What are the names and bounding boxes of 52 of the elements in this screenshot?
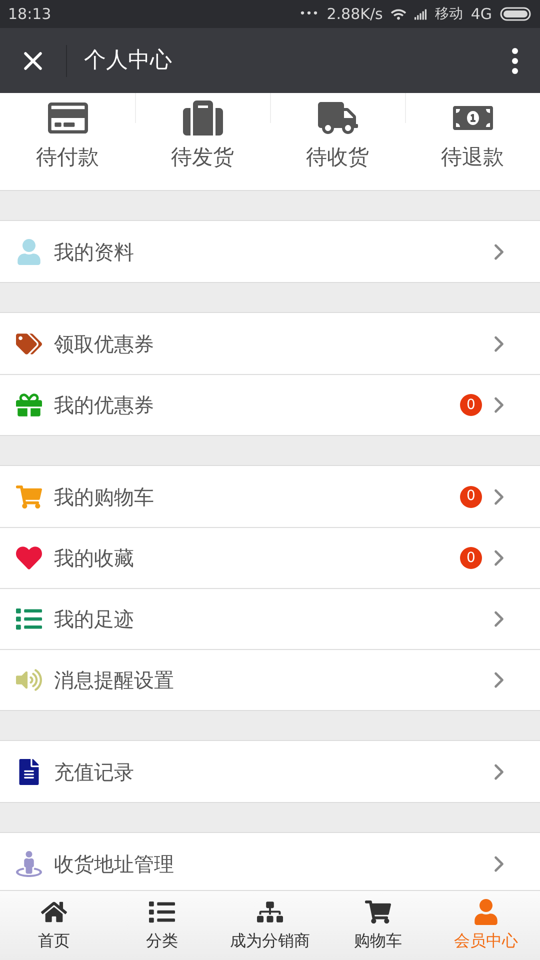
count-badge: 0 <box>460 547 482 569</box>
heart-icon <box>16 545 42 571</box>
more-icon <box>512 48 518 74</box>
suitcase-icon <box>182 98 222 138</box>
order-status-button[interactable]: 待退款 <box>405 93 540 173</box>
menu-item-label: 充值记录 <box>54 758 135 786</box>
person-icon <box>473 898 499 924</box>
tab-bar-item[interactable]: 分类 <box>108 891 216 960</box>
tab-bar-item[interactable]: 首页 <box>0 891 108 960</box>
order-status-button[interactable]: 待收货 <box>270 93 405 173</box>
network-speed: 2.88K/s <box>326 4 383 25</box>
menu-item-label: 我的收藏 <box>54 545 135 572</box>
menu-item[interactable]: 我的足迹 <box>0 588 540 649</box>
gift-icon <box>16 392 42 418</box>
carrier-name: 移动 <box>434 4 463 24</box>
count-badge: 0 <box>460 394 482 416</box>
menu-item[interactable]: 我的收藏 0 <box>0 527 540 588</box>
menu-item[interactable]: 领取优惠券 <box>0 313 540 374</box>
menu-item[interactable]: 充值记录 <box>0 741 540 802</box>
menu-item-label: 我的优惠券 <box>54 392 155 419</box>
hierarchy-icon <box>257 898 283 924</box>
menu-item[interactable]: 收货地址管理 <box>0 833 540 890</box>
list-icon <box>16 606 42 632</box>
tab-bar-item[interactable]: 购物车 <box>324 891 432 960</box>
menu-item[interactable]: 我的购物车 0 <box>0 466 540 527</box>
menu-item[interactable]: 我的资料 <box>0 221 540 282</box>
list-icon <box>149 898 175 924</box>
network-type: 4G <box>470 4 492 25</box>
menu-item[interactable]: 消息提醒设置 <box>0 649 540 710</box>
person-pin-icon <box>16 850 42 876</box>
menu-item-label: 我的资料 <box>54 238 135 266</box>
speaker-icon <box>16 667 42 693</box>
page-title: 个人中心 <box>84 47 173 75</box>
count-badge: 0 <box>460 486 482 508</box>
menu-item-label: 消息提醒设置 <box>54 667 175 694</box>
battery-icon <box>500 7 532 21</box>
signal-icon <box>414 8 427 20</box>
menu-item-label: 我的购物车 <box>54 484 155 510</box>
menu-item-label: 领取优惠券 <box>54 330 155 358</box>
order-status-button[interactable]: 待发货 <box>135 93 270 173</box>
tab-bar-item[interactable]: 成为分销商 <box>216 891 324 960</box>
cart-icon <box>365 898 391 924</box>
person-icon <box>16 238 42 264</box>
status-dots: ••• <box>299 6 319 22</box>
wifi-icon <box>390 6 406 22</box>
menu-item[interactable]: 我的优惠券 0 <box>0 374 540 435</box>
tags-icon <box>16 330 42 356</box>
order-status-button[interactable]: 待付款 <box>0 93 135 173</box>
menu-item-label: 收货地址管理 <box>54 850 175 878</box>
status-time: 18:13 <box>8 4 52 25</box>
cart-icon <box>16 484 42 510</box>
menu-item-label: 我的足迹 <box>54 606 135 633</box>
